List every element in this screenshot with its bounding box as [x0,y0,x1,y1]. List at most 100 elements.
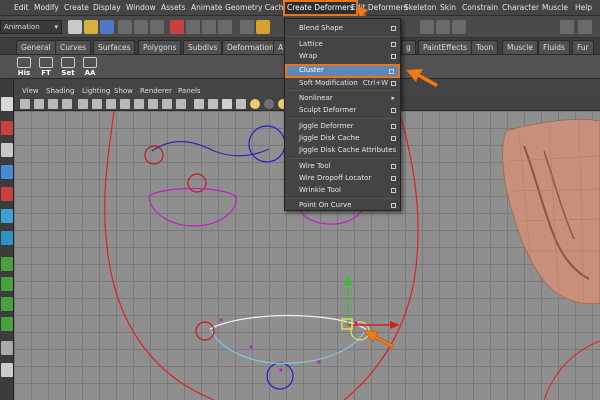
menu-item-jiggle-disk-cache-attributes[interactable]: Jiggle Disk Cache Attributes [285,145,400,156]
menu-assets[interactable]: Assets [161,0,185,16]
option-box-icon[interactable] [391,203,396,208]
shelf-button-set[interactable]: Set [58,56,78,78]
save-scene-icon[interactable] [100,20,114,34]
select-hierarchy-icon[interactable] [118,20,132,34]
tab-painteffects[interactable]: PaintEffects [418,40,473,54]
attribute-editor-icon[interactable] [560,20,574,34]
mode-selector[interactable]: Animation ▾ [0,20,62,34]
tab-muscle[interactable]: Muscle [502,40,538,54]
graph-layout-icon[interactable] [1,363,13,377]
option-box-icon[interactable] [391,54,396,59]
panel-menu-panels[interactable]: Panels [178,86,201,97]
tab-deformation[interactable]: Deformation [222,40,279,54]
menu-modify[interactable]: Modify [34,0,59,16]
panel-menu-show[interactable]: Show [114,86,133,97]
snap-curve-icon[interactable] [186,20,200,34]
menu-item-wrap[interactable]: Wrap [285,51,400,62]
menu-item-sculpt-deformer[interactable]: Sculpt Deformer [285,105,400,116]
tab-rendering[interactable]: g [401,40,416,54]
lasso-tool-icon[interactable] [1,121,13,135]
select-component-icon[interactable] [150,20,164,34]
option-box-icon[interactable] [391,26,396,31]
toggle-hud-icon[interactable] [176,99,186,109]
tab-surfaces[interactable]: Surfaces [93,40,136,54]
panel-menu-renderer[interactable]: Renderer [140,86,172,97]
menu-animate[interactable]: Animate [191,0,222,16]
select-object-icon[interactable] [134,20,148,34]
snap-grid-icon[interactable] [170,20,184,34]
paint-tool-icon[interactable] [1,143,13,157]
panel-menu-shading[interactable]: Shading [46,86,74,97]
panel-menu-lighting[interactable]: Lighting [82,86,110,97]
tab-general[interactable]: General [16,40,56,54]
menu-item-point-on-curve[interactable]: Point On Curve [285,200,400,211]
wireframe-icon[interactable] [194,99,204,109]
gate-mask-icon[interactable] [120,99,130,109]
resolution-gate-icon[interactable] [106,99,116,109]
option-box-icon[interactable] [391,42,396,47]
safe-title-icon[interactable] [162,99,172,109]
menu-item-soft-modification[interactable]: Soft Modification Ctrl+W [285,78,400,89]
menu-skeleton[interactable]: Skeleton [404,0,436,16]
menu-item-wrinkle-tool[interactable]: Wrinkle Tool [285,185,400,196]
manipulator-tool-icon[interactable] [1,231,13,245]
safe-action-icon[interactable] [148,99,158,109]
option-box-icon[interactable] [391,81,396,86]
menu-item-blend-shape[interactable]: Blend Shape [285,23,400,34]
bookmark-icon[interactable] [48,99,58,109]
grid-icon[interactable] [78,99,88,109]
option-box-icon[interactable] [391,124,396,129]
field-chart-icon[interactable] [134,99,144,109]
menu-skin[interactable]: Skin [440,0,456,16]
rotate-tool-icon[interactable] [1,187,13,201]
layout-stacked-icon[interactable] [1,317,13,331]
layout-single-icon[interactable] [1,257,13,271]
open-scene-icon[interactable] [84,20,98,34]
menu-help[interactable]: Help [575,0,592,16]
tab-toon[interactable]: Toon [471,40,499,54]
new-scene-icon[interactable] [68,20,82,34]
textured-icon[interactable] [236,99,246,109]
camera-icon[interactable] [20,99,30,109]
use-all-lights-icon[interactable] [250,99,260,109]
panel-menu-view[interactable]: View [22,86,39,97]
option-box-icon[interactable] [391,136,396,141]
tab-subdivs[interactable]: Subdivs [183,40,223,54]
tab-fur[interactable]: Fur [572,40,594,54]
menu-item-lattice[interactable]: Lattice [285,39,400,50]
menu-item-jiggle-deformer[interactable]: Jiggle Deformer [285,121,400,132]
option-box-icon[interactable] [391,164,396,169]
option-box-icon[interactable] [391,188,396,193]
menu-create[interactable]: Create [64,0,89,16]
menu-geometry-cache[interactable]: Geometry Cache [225,0,288,16]
shelf-button-freeze[interactable]: FT [36,56,56,78]
scale-tool-icon[interactable] [1,209,13,223]
shelf-button-aa[interactable]: AA [80,56,100,78]
history-icon[interactable] [420,20,434,34]
wireframe-on-shaded-icon[interactable] [222,99,232,109]
menu-item-wire-tool[interactable]: Wire Tool [285,161,400,172]
channel-box-icon[interactable] [578,20,592,34]
film-gate-icon[interactable] [92,99,102,109]
menu-character[interactable]: Character [502,0,539,16]
layout-two-icon[interactable] [1,297,13,311]
menu-create-deformers[interactable]: Create Deformers [283,0,358,16]
menu-item-wire-dropoff-locator[interactable]: Wire Dropoff Locator [285,173,400,184]
menu-item-nonlinear[interactable]: Nonlinear ▸ [285,93,400,104]
image-plane-icon[interactable] [62,99,72,109]
menu-muscle[interactable]: Muscle [542,0,568,16]
menu-constrain[interactable]: Constrain [462,0,498,16]
option-box-icon[interactable] [391,176,396,181]
option-box-icon[interactable] [389,69,394,74]
tab-polygons[interactable]: Polygons [138,40,182,54]
select-tool-icon[interactable] [1,97,13,111]
ipr-render-icon[interactable] [256,20,270,34]
option-box-icon[interactable] [391,108,396,113]
menu-item-jiggle-disk-cache[interactable]: Jiggle Disk Cache [285,133,400,144]
shadows-icon[interactable] [264,99,274,109]
menu-display[interactable]: Display [93,0,121,16]
hypershade-icon[interactable] [452,20,466,34]
menu-window[interactable]: Window [126,0,156,16]
snap-point-icon[interactable] [202,20,216,34]
menu-item-cluster[interactable]: Cluster [285,64,400,78]
